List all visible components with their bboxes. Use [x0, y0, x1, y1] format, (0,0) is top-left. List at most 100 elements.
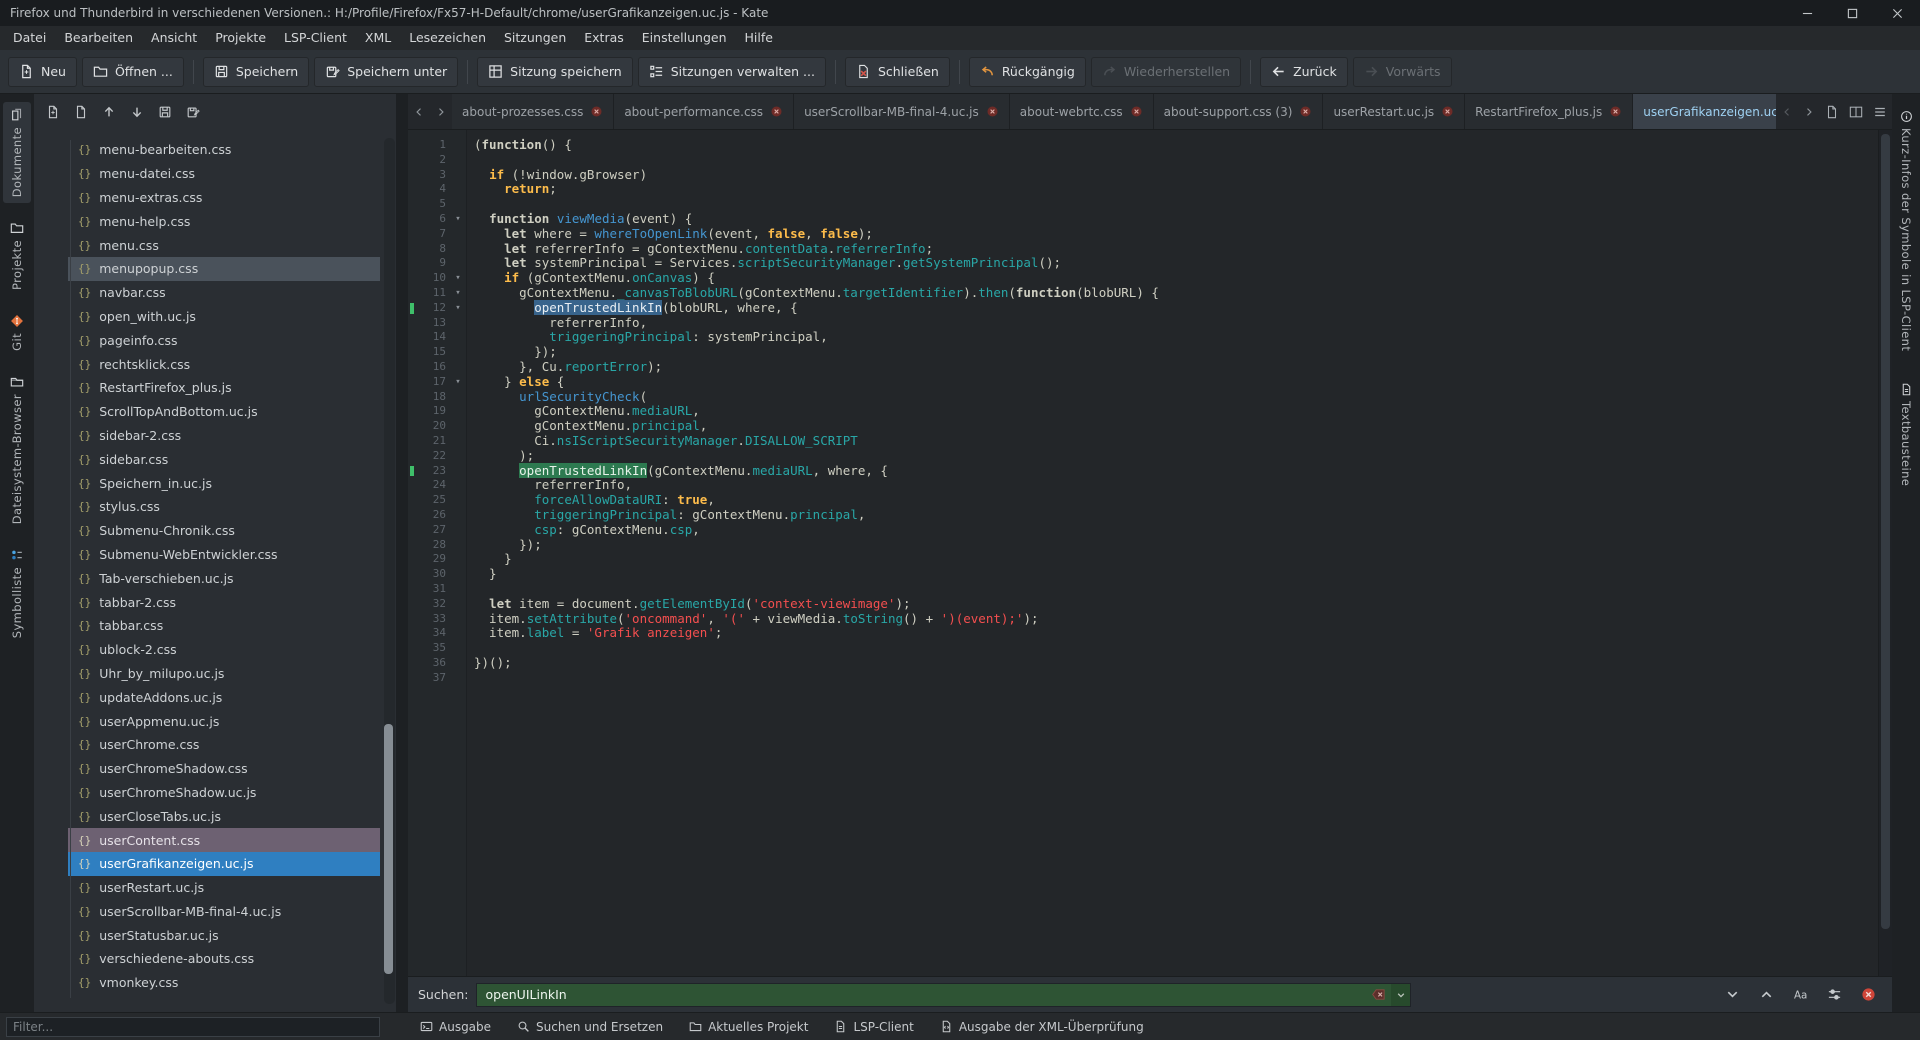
file-item-ublock-2-css[interactable]: {}ublock-2.css	[68, 638, 380, 662]
file-item-tabbar-css[interactable]: {}tabbar.css	[68, 614, 380, 638]
menu-extras[interactable]: Extras	[575, 26, 633, 50]
file-item-speichern-in-uc-js[interactable]: {}Speichern_in.uc.js	[68, 471, 380, 495]
file-item-verschiedene-abouts-css[interactable]: {}verschiedene-abouts.css	[68, 947, 380, 971]
file-item-userchromeshadow-uc-js[interactable]: {}userChromeShadow.uc.js	[68, 781, 380, 805]
menu-projekte[interactable]: Projekte	[206, 26, 275, 50]
editor-scrollbar-track[interactable]	[1878, 130, 1892, 976]
menu-lesezeichen[interactable]: Lesezeichen	[400, 26, 495, 50]
new-tab-button[interactable]	[1820, 94, 1844, 129]
sidebar-tab-git[interactable]: Git	[3, 308, 31, 357]
toolbar-button-sitzung-speichern[interactable]: Sitzung speichern	[477, 57, 633, 87]
file-item-tabbar-2-css[interactable]: {}tabbar-2.css	[68, 590, 380, 614]
file-item-menu-extras-css[interactable]: {}menu-extras.css	[68, 186, 380, 210]
tabs-scroll-right-button[interactable]	[430, 94, 452, 129]
maximize-button[interactable]	[1830, 0, 1875, 26]
file-item-menupopup-css[interactable]: {}menupopup.css	[68, 257, 380, 281]
menu-datei[interactable]: Datei	[4, 26, 55, 50]
search-prev-button[interactable]	[1752, 982, 1780, 1008]
file-item-menu-help-css[interactable]: {}menu-help.css	[68, 209, 380, 233]
file-item-restartfirefox-plus-js[interactable]: {}RestartFirefox_plus.js	[68, 376, 380, 400]
toolbar-button-speichern-unter[interactable]: Speichern unter	[314, 57, 458, 87]
search-clear-icon[interactable]	[1369, 986, 1387, 1004]
file-item-sidebar-css[interactable]: {}sidebar.css	[68, 447, 380, 471]
fold-arrow-icon[interactable]: ▾	[450, 301, 466, 316]
toolbar-button-ffnen[interactable]: Öffnen ...	[82, 57, 184, 87]
file-item-submenu-webentwickler-css[interactable]: {}Submenu-WebEntwickler.css	[68, 543, 380, 567]
tab-usergrafikanzeigen-uc-js[interactable]: userGrafikanzeigen.uc.js	[1633, 94, 1776, 129]
file-item-uhr-by-milupo-uc-js[interactable]: {}Uhr_by_milupo.uc.js	[68, 662, 380, 686]
search-next-button[interactable]	[1718, 982, 1746, 1008]
tab-close-icon[interactable]	[1609, 105, 1622, 118]
split-view-button[interactable]	[1844, 94, 1868, 129]
toolbar-button-speichern[interactable]: Speichern	[203, 57, 309, 87]
toolbar-button-schlie-en[interactable]: Schließen	[845, 57, 950, 87]
toolview-button-aktuelles-projekt[interactable]: Aktuelles Projekt	[689, 1020, 808, 1034]
arrow-down-button[interactable]	[124, 99, 150, 125]
file-item-userappmenu-uc-js[interactable]: {}userAppmenu.uc.js	[68, 709, 380, 733]
tab-close-icon[interactable]	[590, 105, 603, 118]
file-item-tab-verschieben-uc-js[interactable]: {}Tab-verschieben.uc.js	[68, 566, 380, 590]
toolbar-button-vorw-rts[interactable]: Vorwärts	[1353, 57, 1452, 87]
file-item-updateaddons-uc-js[interactable]: {}updateAddons.uc.js	[68, 685, 380, 709]
tab-about-prozesses-css[interactable]: about-prozesses.css	[452, 94, 614, 129]
tab-restartfirefox-plus-js[interactable]: RestartFirefox_plus.js	[1465, 94, 1633, 129]
tab-userscrollbar-mb-final-4-uc-js[interactable]: userScrollbar-MB-final-4.uc.js	[794, 94, 1010, 129]
save-as-button[interactable]	[180, 99, 206, 125]
arrow-up-button[interactable]	[96, 99, 122, 125]
file-item-userclosetabs-uc-js[interactable]: {}userCloseTabs.uc.js	[68, 804, 380, 828]
filter-input[interactable]	[6, 1017, 380, 1037]
save-button[interactable]	[152, 99, 178, 125]
tab-close-icon[interactable]	[1299, 105, 1312, 118]
toolview-button-suchen-und-ersetzen[interactable]: Suchen und Ersetzen	[517, 1020, 663, 1034]
tab-close-icon[interactable]	[986, 105, 999, 118]
new-document-button[interactable]	[40, 99, 66, 125]
menu-ansicht[interactable]: Ansicht	[142, 26, 206, 50]
file-item-open-with-uc-js[interactable]: {}open_with.uc.js	[68, 305, 380, 329]
tab-close-icon[interactable]	[770, 105, 783, 118]
file-item-vmonkey-css[interactable]: {}vmonkey.css	[68, 971, 380, 995]
documents-scrollbar-track[interactable]	[384, 138, 395, 1004]
file-item-scrolltopandbottom-uc-js[interactable]: {}ScrollTopAndBottom.uc.js	[68, 400, 380, 424]
file-item-rechtsklick-css[interactable]: {}rechtsklick.css	[68, 352, 380, 376]
tab-about-performance-css[interactable]: about-performance.css	[614, 94, 794, 129]
sidebar-tab-kurz-infos-der-symbole-in-lsp-client[interactable]: Kurz-Infos der Symbole in LSP-Client	[1894, 106, 1918, 355]
menu-xml[interactable]: XML	[356, 26, 400, 50]
search-history-dropdown[interactable]	[1391, 983, 1411, 1007]
code-editor[interactable]: 1(function() {23 if (!window.gBrowser)4 …	[408, 130, 1892, 976]
toolview-button-ausgabe-der-xml-berpr-fung[interactable]: Ausgabe der XML-Überprüfung	[940, 1020, 1144, 1034]
documents-scrollbar-thumb[interactable]	[384, 724, 393, 974]
open-document-button[interactable]	[68, 99, 94, 125]
tabs-overflow-right-button[interactable]	[1798, 94, 1820, 129]
fold-arrow-icon[interactable]: ▾	[450, 271, 466, 286]
toolbar-button-zur-ck[interactable]: Zurück	[1260, 57, 1348, 87]
file-item-submenu-chronik-css[interactable]: {}Submenu-Chronik.css	[68, 519, 380, 543]
tab-about-webrtc-css[interactable]: about-webrtc.css	[1010, 94, 1154, 129]
toolbar-button-neu[interactable]: Neu	[8, 57, 77, 87]
tab-list-button[interactable]	[1868, 94, 1892, 129]
file-item-userrestart-uc-js[interactable]: {}userRestart.uc.js	[68, 876, 380, 900]
file-item-menu-datei-css[interactable]: {}menu-datei.css	[68, 162, 380, 186]
sidebar-tab-textbausteine[interactable]: Textbausteine	[1894, 379, 1918, 490]
sidebar-tab-symbolliste[interactable]: Symbolliste	[3, 542, 31, 644]
file-item-menu-bearbeiten-css[interactable]: {}menu-bearbeiten.css	[68, 138, 380, 162]
panel-splitter[interactable]	[396, 94, 408, 1012]
search-matchcase-button[interactable]: Aa	[1786, 982, 1814, 1008]
menu-bearbeiten[interactable]: Bearbeiten	[55, 26, 142, 50]
minimize-button[interactable]	[1785, 0, 1830, 26]
toolview-button-ausgabe[interactable]: Ausgabe	[420, 1020, 491, 1034]
sidebar-tab-dateisystem-browser[interactable]: Dateisystem-Browser	[3, 369, 31, 530]
fold-arrow-icon[interactable]: ▾	[450, 286, 466, 301]
editor-scrollbar-thumb[interactable]	[1881, 134, 1890, 929]
code-area[interactable]: 1(function() {23 if (!window.gBrowser)4 …	[408, 130, 1878, 976]
fold-arrow-icon[interactable]: ▾	[450, 212, 466, 227]
tab-close-icon[interactable]	[1441, 105, 1454, 118]
file-item-userscrollbar-mb-final-4-uc-js[interactable]: {}userScrollbar-MB-final-4.uc.js	[68, 900, 380, 924]
file-item-pageinfo-css[interactable]: {}pageinfo.css	[68, 328, 380, 352]
menu-einstellungen[interactable]: Einstellungen	[633, 26, 736, 50]
menu-lsp-client[interactable]: LSP-Client	[275, 26, 356, 50]
file-item-userstatusbar-uc-js[interactable]: {}userStatusbar.uc.js	[68, 923, 380, 947]
file-item-stylus-css[interactable]: {}stylus.css	[68, 495, 380, 519]
fold-arrow-icon[interactable]: ▾	[450, 375, 466, 390]
tabs-scroll-left-button[interactable]	[408, 94, 430, 129]
search-close-button[interactable]	[1854, 982, 1882, 1008]
